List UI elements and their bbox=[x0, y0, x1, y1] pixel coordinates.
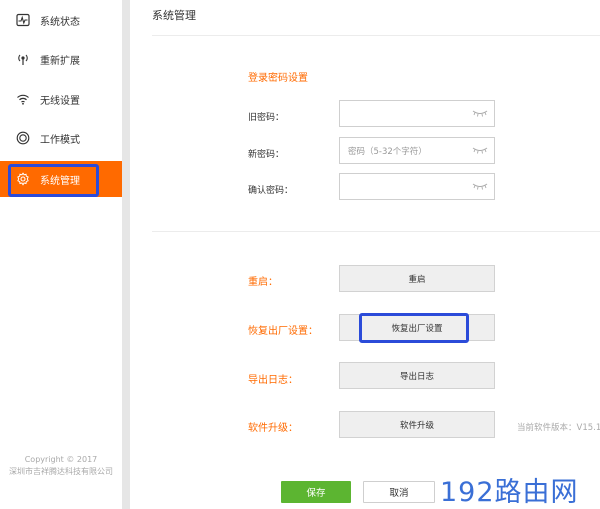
sidebar-item-re-extend[interactable]: 重新扩展 bbox=[0, 41, 122, 77]
sidebar-item-system-management[interactable]: 系统管理 bbox=[0, 161, 122, 197]
eye-closed-icon[interactable] bbox=[472, 146, 488, 157]
sidebar-scrollbar[interactable] bbox=[122, 0, 130, 509]
firmware-upgrade-button[interactable]: 软件升级 bbox=[339, 411, 495, 438]
sidebar-item-work-mode[interactable]: 工作模式 bbox=[0, 120, 122, 156]
factory-reset-button[interactable]: 恢复出厂设置 bbox=[339, 314, 495, 341]
watermark-text: 192路由网 bbox=[440, 477, 579, 508]
sidebar: 系统状态 重新扩展 无线设置 工作模式 系统管理 Copyright © 201… bbox=[0, 0, 122, 509]
sidebar-item-system-status[interactable]: 系统状态 bbox=[0, 2, 122, 38]
sidebar-item-label: 系统管理 bbox=[40, 175, 80, 187]
confirm-password-label: 确认密码： bbox=[248, 186, 294, 196]
password-section-title: 登录密码设置 bbox=[248, 73, 308, 84]
export-log-label: 导出日志： bbox=[248, 375, 298, 386]
factory-reset-label: 恢复出厂设置： bbox=[248, 326, 318, 337]
new-password-label: 新密码： bbox=[248, 150, 285, 160]
circle-mode-icon bbox=[16, 131, 30, 145]
sidebar-item-label: 无线设置 bbox=[40, 95, 80, 107]
watermark: 192路由网 bbox=[440, 470, 600, 509]
pulse-monitor-icon bbox=[16, 13, 30, 27]
divider bbox=[152, 231, 600, 232]
divider bbox=[152, 35, 600, 36]
reboot-label: 重启： bbox=[248, 277, 278, 288]
sidebar-item-label: 系统状态 bbox=[40, 16, 80, 28]
export-log-button[interactable]: 导出日志 bbox=[339, 362, 495, 389]
eye-closed-icon[interactable] bbox=[472, 109, 488, 120]
antenna-signal-icon bbox=[16, 52, 30, 66]
firmware-version-text: 当前软件版本：V15.1 bbox=[517, 423, 600, 433]
save-button[interactable]: 保存 bbox=[281, 481, 351, 503]
eye-closed-icon[interactable] bbox=[472, 182, 488, 193]
sidebar-item-label: 工作模式 bbox=[40, 134, 80, 146]
firmware-upgrade-label: 软件升级： bbox=[248, 423, 298, 434]
sidebar-item-label: 重新扩展 bbox=[40, 55, 80, 67]
sidebar-item-wireless-settings[interactable]: 无线设置 bbox=[0, 81, 122, 117]
page-title: 系统管理 bbox=[152, 9, 196, 22]
new-password-field[interactable]: 密码（5-32个字符） bbox=[339, 137, 495, 164]
company-name: 深圳市吉祥腾达科技有限公司 bbox=[9, 467, 113, 476]
reboot-button[interactable]: 重启 bbox=[339, 265, 495, 292]
copyright-line: Copyright © 2017 bbox=[24, 455, 98, 464]
new-password-placeholder: 密码（5-32个字符） bbox=[348, 146, 427, 157]
cancel-button[interactable]: 取消 bbox=[363, 481, 435, 503]
wifi-icon bbox=[16, 92, 30, 106]
old-password-label: 旧密码： bbox=[248, 113, 285, 123]
old-password-field[interactable] bbox=[339, 100, 495, 127]
confirm-password-field[interactable] bbox=[339, 173, 495, 200]
gear-icon bbox=[16, 172, 30, 186]
